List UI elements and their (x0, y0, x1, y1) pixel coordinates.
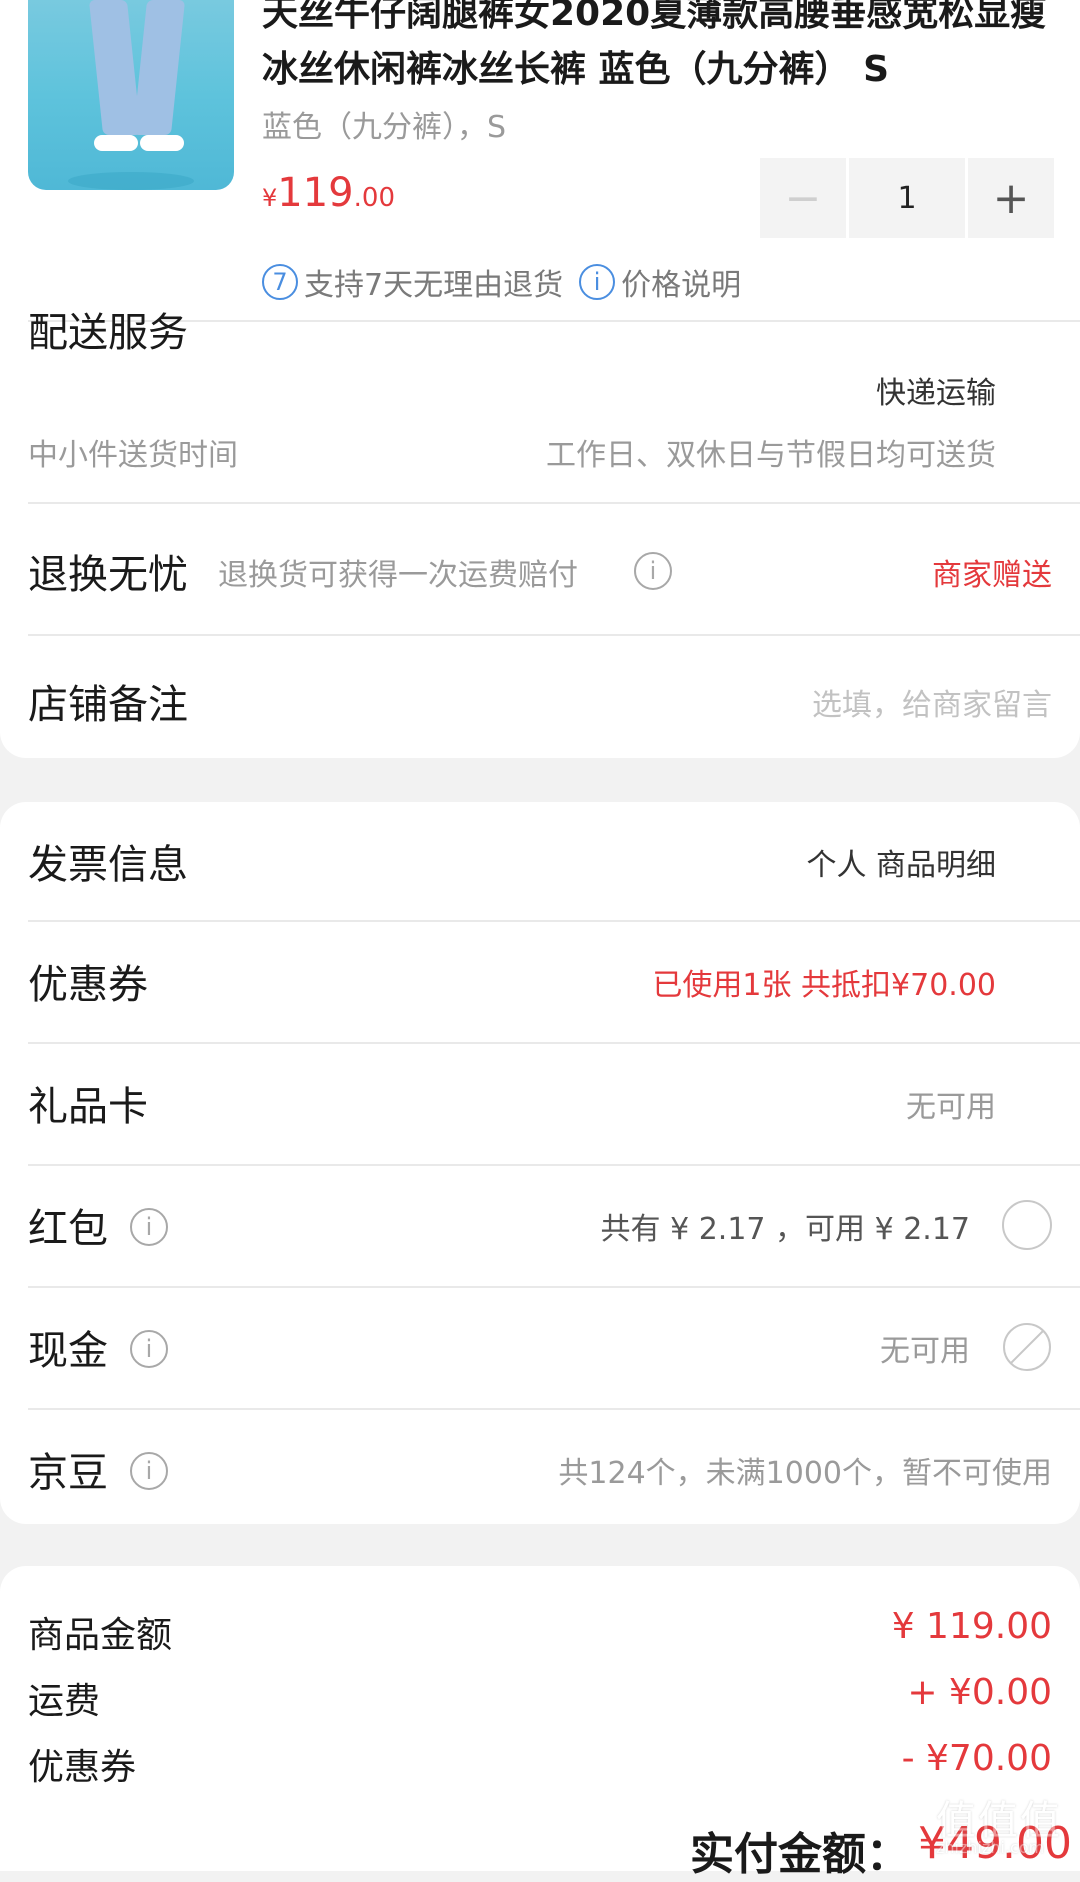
delivery-time-value: 工作日、双休日与节假日均可送货 (546, 438, 996, 473)
return-worry-desc: 退换货可获得一次运费赔付 (218, 558, 578, 593)
delivery-time-label: 中小件送货时间 (28, 438, 238, 473)
product-policies: 7 支持7天无理由退货 i 价格说明 (262, 260, 741, 304)
info-icon[interactable]: i (130, 1330, 168, 1368)
price-integer: 119 (277, 170, 354, 216)
product-thumbnail[interactable] (28, 0, 234, 190)
shipping-label: 运费 (28, 1681, 101, 1722)
goods-amount-value: ¥ 119.00 (891, 1606, 1052, 1647)
price-note-link[interactable]: 价格说明 (621, 260, 741, 304)
info-icon[interactable]: i (130, 1452, 168, 1490)
divider (28, 920, 1080, 922)
quantity-value[interactable]: 1 (849, 158, 965, 238)
increase-quantity-button[interactable]: + (968, 158, 1054, 238)
cash-value: 无可用 (880, 1334, 970, 1369)
price-decimal: .00 (353, 183, 395, 213)
order-card: 天丝牛仔阔腿裤女2020夏薄款高腰垂感宽松显瘦冰丝休闲裤冰丝长裤 蓝色（九分裤）… (0, 0, 1080, 758)
red-packet-label: 红包 (28, 1206, 108, 1252)
price-currency: ¥ (262, 184, 278, 212)
divider (28, 634, 1080, 636)
price-info-icon: i (579, 264, 616, 300)
coupon-summary-label: 优惠券 (28, 1747, 137, 1788)
radio-unchecked-icon[interactable] (1002, 1200, 1052, 1250)
divider (28, 1164, 1080, 1166)
red-packet-value: 共有 ¥ 2.17 ，可用 ¥ 2.17 (600, 1212, 970, 1247)
shipping-value: + ¥0.00 (907, 1672, 1052, 1713)
jd-beans-label: 京豆 (28, 1450, 108, 1496)
product-variant: 蓝色（九分裤），S (262, 110, 507, 145)
divider (28, 502, 1080, 504)
invoice-value: 个人 商品明细 (806, 848, 996, 883)
shop-note-input[interactable]: 选填，给商家留言 (812, 680, 1052, 724)
info-icon[interactable]: i (634, 552, 672, 590)
coupon-value: 已使用1张 共抵扣¥70.00 (652, 968, 996, 1003)
thumbnail-shadow (68, 172, 194, 190)
thumbnail-shoe-left (94, 135, 138, 151)
thumbnail-pants-right (132, 0, 186, 135)
info-icon[interactable]: i (130, 1208, 168, 1246)
return-worry-value: 商家赠送 (932, 558, 1052, 593)
coupon-summary-value: - ¥70.00 (901, 1738, 1052, 1779)
return-policy-text[interactable]: 支持7天无理由退货 (304, 260, 563, 304)
thumbnail-shoe-right (140, 135, 184, 151)
shop-note-label: 店铺备注 (28, 682, 188, 728)
product-title[interactable]: 天丝牛仔阔腿裤女2020夏薄款高腰垂感宽松显瘦冰丝休闲裤冰丝长裤 蓝色（九分裤）… (262, 0, 1062, 98)
seven-day-return-icon: 7 (262, 264, 298, 300)
total-amount-label: 实付金额： (690, 1829, 910, 1880)
thumbnail-pants-left (88, 0, 142, 135)
invoice-label: 发票信息 (28, 842, 188, 888)
delivery-method: 快递运输 (876, 376, 996, 411)
gift-card-label: 礼品卡 (28, 1084, 148, 1130)
cash-label: 现金 (28, 1328, 108, 1374)
product-price: ¥119.00 (262, 170, 395, 216)
divider (28, 1042, 1080, 1044)
coupon-label: 优惠券 (28, 962, 148, 1008)
quantity-stepper: − 1 + (760, 158, 1054, 238)
payment-options-card: 发票信息 个人 商品明细 优惠券 已使用1张 共抵扣¥70.00 礼品卡 无可用… (0, 802, 1080, 1524)
watermark-url: zhizhizhi.com (936, 1838, 1045, 1857)
goods-amount-label: 商品金额 (28, 1615, 173, 1656)
delivery-label: 配送服务 (28, 310, 188, 356)
divider (28, 1408, 1080, 1410)
jd-beans-value: 共124个，未满1000个，暂不可使用 (558, 1456, 1052, 1491)
return-worry-label: 退换无忧 (28, 552, 188, 598)
disabled-icon (1003, 1323, 1051, 1371)
decrease-quantity-button[interactable]: − (760, 158, 846, 238)
gift-card-value: 无可用 (906, 1090, 996, 1125)
divider (28, 1286, 1080, 1288)
watermark: 值值值 zhizhizhi.com (936, 1788, 1066, 1858)
